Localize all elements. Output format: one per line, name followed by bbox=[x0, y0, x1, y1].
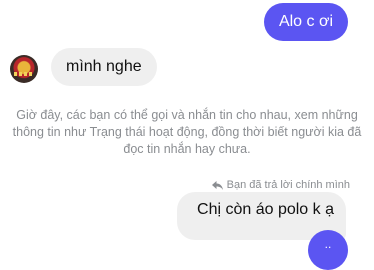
reply-context-label: Bạn đã trả lời chính mình bbox=[211, 178, 350, 192]
contact-avatar[interactable] bbox=[10, 55, 38, 83]
system-notice: Giờ đây, các bạn có thể gọi và nhắn tin … bbox=[12, 108, 362, 156]
outgoing-message-text: Alo c ơi bbox=[278, 13, 333, 30]
replied-message-text: Chị còn áo polo k ạ bbox=[197, 201, 334, 218]
reply-arrow-icon bbox=[211, 180, 223, 190]
reply-context-text: Bạn đã trả lời chính mình bbox=[226, 179, 350, 191]
chat-thread: Alo c ơi mình nghe Giờ đây, các bạn có t… bbox=[0, 0, 374, 270]
avatar-pattern bbox=[14, 72, 34, 76]
outgoing-message-bubble-partial[interactable]: .. bbox=[308, 230, 348, 270]
incoming-message-text: mình nghe bbox=[66, 58, 142, 75]
outgoing-message-bubble[interactable]: Alo c ơi bbox=[263, 3, 348, 41]
partial-message-text: .. bbox=[324, 237, 332, 251]
incoming-message-bubble[interactable]: mình nghe bbox=[51, 48, 157, 86]
